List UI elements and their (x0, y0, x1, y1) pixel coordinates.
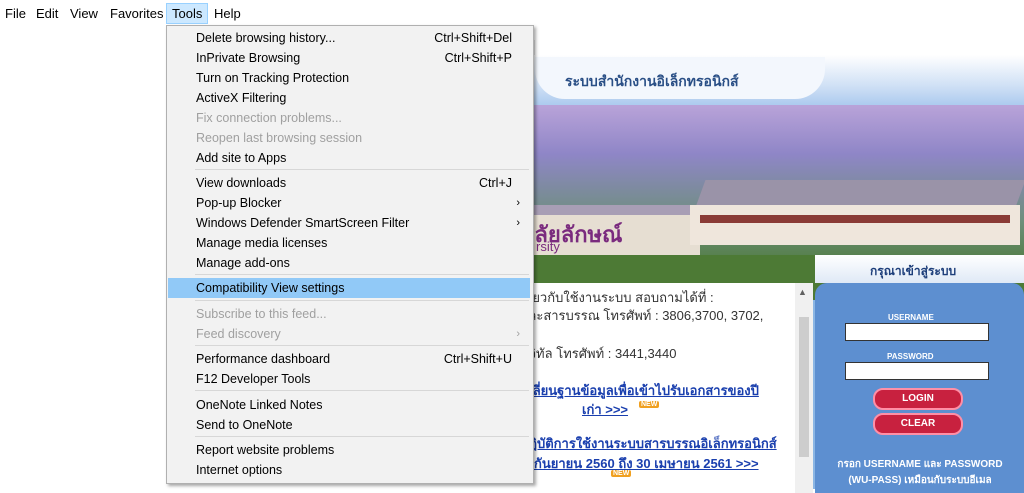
menu-item-label: Windows Defender SmartScreen Filter (196, 216, 410, 230)
site-title: ระบบสำนักงานอิเล็กทรอนิกส์ (565, 73, 739, 89)
menu-favorites[interactable]: Favorites (105, 3, 168, 24)
menu-help[interactable]: Help (209, 3, 246, 24)
menu-item-shortcut: Ctrl+Shift+U (443, 352, 512, 366)
menu-separator (195, 436, 529, 437)
menu-item-performance-dashboard[interactable]: Performance dashboard Ctrl+Shift+U (168, 349, 530, 369)
login-button[interactable]: LOGIN (873, 388, 963, 410)
password-input[interactable] (845, 362, 989, 380)
menu-item-label: Subscribe to this feed... (196, 307, 327, 321)
menu-separator (195, 390, 529, 391)
menu-item-label: Send to OneNote (196, 418, 293, 432)
menu-view[interactable]: View (65, 3, 103, 24)
menu-item-label: Turn on Tracking Protection (196, 71, 350, 85)
menu-item-onenote-linked[interactable]: OneNote Linked Notes (168, 395, 530, 415)
menu-item-label: Pop-up Blocker (196, 196, 282, 210)
menu-item-tracking-protection[interactable]: Turn on Tracking Protection (168, 68, 530, 88)
contact-line-3: ดิจิทัล โทรศัพท์ : 3441,3440 (520, 346, 677, 361)
scroll-thumb[interactable] (799, 317, 809, 457)
link-usage-guide[interactable]: ปฏิบัติการใช้งานระบบสารบรรณอิเล็กทรอนิกส… (520, 433, 777, 454)
login-title: กรุณาเข้าสู่ระบบ (870, 264, 957, 278)
submenu-arrow-icon: › (516, 217, 520, 229)
scroll-up-icon[interactable]: ▲ (798, 287, 807, 297)
menu-item-label: Reopen last browsing session (196, 131, 363, 145)
menu-item-activex-filtering[interactable]: ActiveX Filtering (168, 88, 530, 108)
new-badge: NEW (639, 401, 660, 408)
menu-item-feed-discovery[interactable]: Feed discovery › (168, 324, 530, 344)
menu-item-internet-options[interactable]: Internet options (168, 460, 530, 480)
menu-item-label: Add site to Apps (196, 151, 287, 165)
menu-tools[interactable]: Tools (166, 3, 209, 24)
menu-item-label: Manage media licenses (196, 236, 328, 250)
menu-separator (195, 300, 529, 301)
menu-item-inprivate[interactable]: InPrivate Browsing Ctrl+Shift+P (168, 48, 530, 68)
menu-file[interactable]: File (0, 3, 31, 24)
menu-item-smartscreen[interactable]: Windows Defender SmartScreen Filter › (168, 213, 530, 233)
tools-menu: Delete browsing history... Ctrl+Shift+Del… (166, 25, 534, 484)
menu-item-label: Internet options (196, 463, 283, 477)
university-subtitle: rsity (536, 239, 560, 254)
menu-item-view-downloads[interactable]: View downloads Ctrl+J (168, 173, 530, 193)
menu-item-f12-tools[interactable]: F12 Developer Tools (168, 369, 530, 389)
menu-item-fix-connection[interactable]: Fix connection problems... (168, 108, 530, 128)
new-badge: NEW (611, 470, 632, 477)
menu-item-media-licenses[interactable]: Manage media licenses (168, 233, 530, 253)
menu-item-label: Report website problems (196, 443, 335, 457)
menu-item-label: Fix connection problems... (196, 111, 342, 125)
menu-item-label: Manage add-ons (196, 256, 290, 270)
menu-item-label: ActiveX Filtering (196, 91, 287, 105)
menu-item-reopen-session[interactable]: Reopen last browsing session (168, 128, 530, 148)
menu-item-label: Delete browsing history... (196, 31, 336, 45)
menu-item-label: View downloads (196, 176, 287, 190)
menu-item-label: InPrivate Browsing (196, 51, 301, 65)
username-input[interactable] (845, 323, 989, 341)
menu-item-compatibility-view[interactable]: Compatibility View settings (168, 278, 530, 298)
menu-separator (195, 169, 529, 170)
menu-item-popup-blocker[interactable]: Pop-up Blocker › (168, 193, 530, 213)
menu-item-label: F12 Developer Tools (196, 372, 311, 386)
menu-item-shortcut: Ctrl+Shift+P (444, 51, 512, 65)
link-old-database[interactable]: เปลี่ยนฐานข้อมูลเพื่อเข้าไปรับเอกสารของป… (520, 380, 759, 401)
menu-item-add-site-apps[interactable]: Add site to Apps (168, 148, 530, 168)
login-panel: USERNAME PASSWORD LOGIN CLEAR กรอก USERN… (815, 283, 1024, 493)
building-main (690, 205, 1020, 245)
menu-item-label: OneNote Linked Notes (196, 398, 323, 412)
username-label: USERNAME (888, 313, 934, 322)
menu-separator (195, 274, 529, 275)
menu-item-report-problems[interactable]: Report website problems (168, 440, 530, 460)
menu-item-manage-addons[interactable]: Manage add-ons (168, 253, 530, 273)
menu-item-shortcut: Ctrl+Shift+Del (434, 31, 512, 45)
contact-line-2: และสารบรรณ โทรศัพท์ : 3806,3700, 3702, (520, 308, 764, 323)
menu-item-subscribe-feed[interactable]: Subscribe to this feed... (168, 304, 530, 324)
login-note-2: (WU-PASS) เหมือนกับระบบอีเมล (848, 475, 992, 486)
password-label: PASSWORD (887, 352, 934, 361)
menu-item-label: Performance dashboard (196, 352, 331, 366)
login-note-1: กรอก USERNAME และ PASSWORD (837, 459, 1003, 470)
submenu-arrow-icon: › (516, 197, 520, 209)
menu-item-send-onenote[interactable]: Send to OneNote (168, 415, 530, 435)
menu-item-label: Compatibility View settings (196, 281, 345, 295)
building-windows (700, 215, 1010, 223)
menu-item-label: Feed discovery (196, 327, 281, 341)
menu-bar: File Edit View Favorites Tools Help (0, 0, 1024, 27)
menu-item-shortcut: Ctrl+J (479, 176, 512, 190)
submenu-arrow-icon: › (516, 328, 520, 340)
menu-item-delete-history[interactable]: Delete browsing history... Ctrl+Shift+Del (168, 28, 530, 48)
menu-edit[interactable]: Edit (31, 3, 63, 24)
clear-button[interactable]: CLEAR (873, 413, 963, 435)
link-old-database-more[interactable]: เก่า >>> (582, 399, 628, 420)
menu-separator (195, 345, 529, 346)
link-usage-guide-dates[interactable]: กันยายน 2560 ถึง 30 เมษายน 2561 >>> (534, 453, 759, 474)
